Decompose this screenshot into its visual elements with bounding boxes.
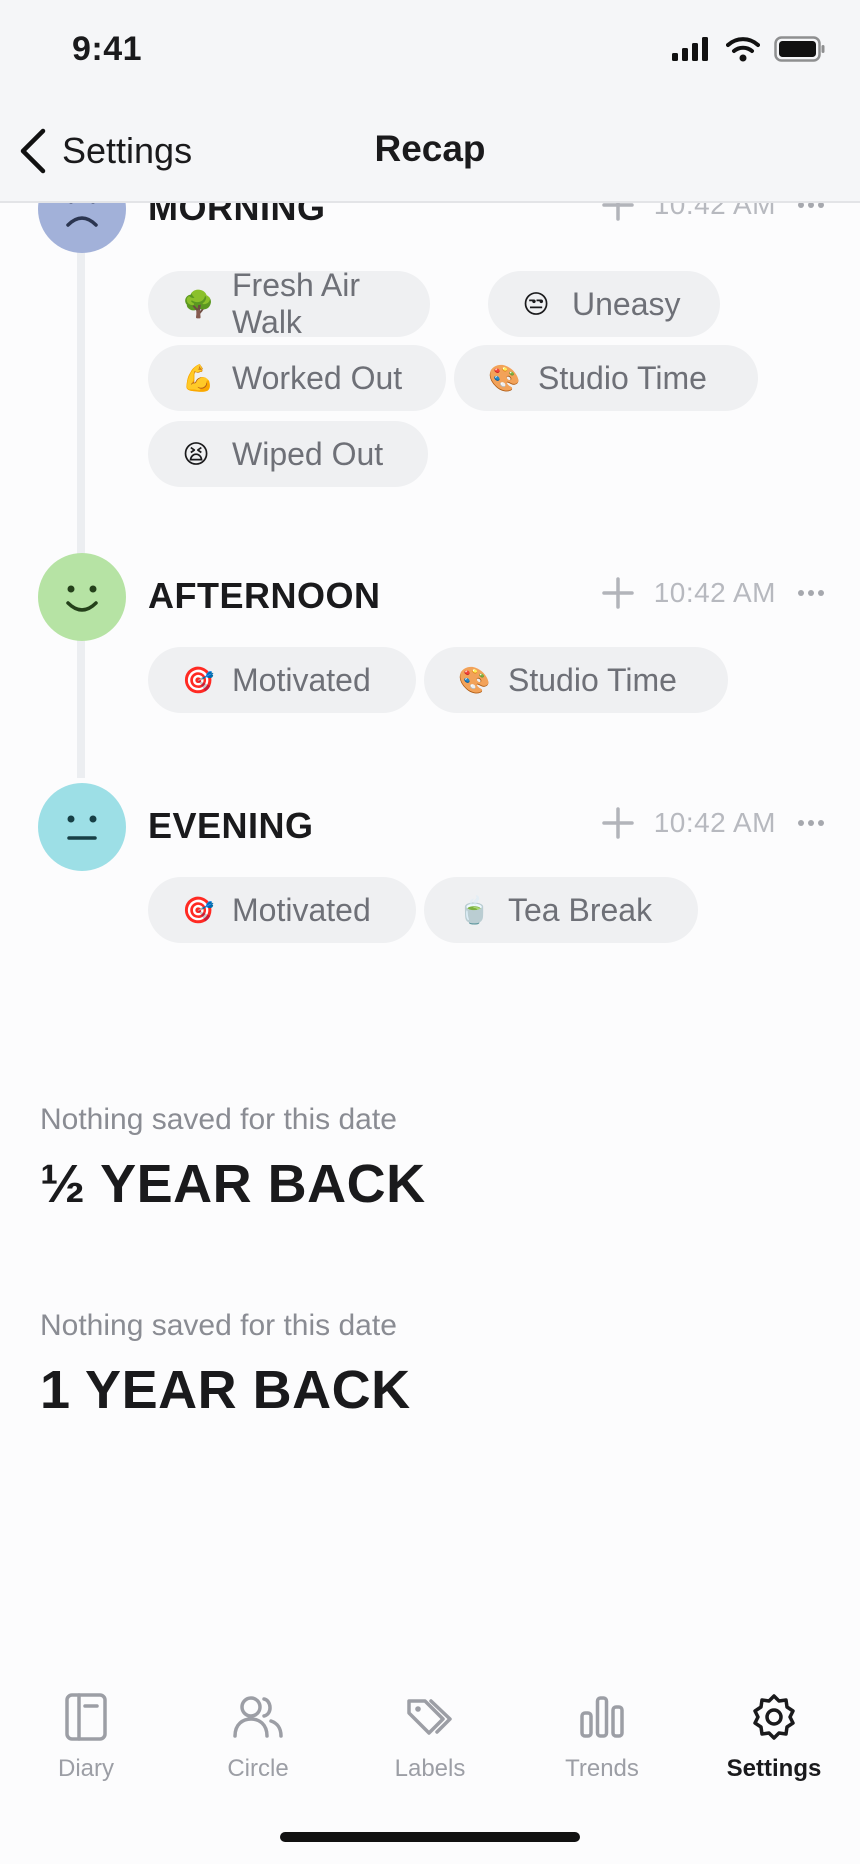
add-icon[interactable] [600,203,636,223]
tab-label: Circle [227,1755,289,1782]
battery-icon [774,36,825,62]
top-bar: 9:41 Settings Recap [0,0,860,203]
neutral-face-icon [38,783,126,871]
recap-subtitle: Nothing saved for this date [40,1103,397,1136]
back-button[interactable]: Settings [18,128,192,174]
add-icon[interactable] [600,805,636,841]
entry-title: AFTERNOON [148,575,381,616]
entry-time: 10:42 AM [653,807,776,838]
chip-tea-break[interactable]: 🍵 Tea Break [424,877,698,943]
recap-heading: 1 YEAR BACK [40,1360,411,1420]
muscle-icon: 💪 [182,362,215,393]
target-icon: 🎯 [182,664,215,695]
entry-actions: 10:42 AM [600,575,824,611]
tired-face-icon: 😫 [182,438,210,469]
chip-fresh-air-walk[interactable]: 🌳 Fresh Air Walk [148,267,430,340]
recap-one-year: Nothing saved for this date 1 YEAR BACK [40,1309,411,1421]
wifi-icon [726,37,760,62]
entry-time: 10:42 AM [653,203,776,220]
gear-icon [753,1694,795,1740]
chip-label: Studio Time [538,359,707,396]
palette-icon: 🎨 [458,664,491,695]
smile-face-icon [38,553,126,641]
chip-label: Studio Time [508,661,677,698]
tree-icon: 🌳 [182,288,215,319]
chip-label: Motivated [232,661,371,698]
chip-label: Motivated [232,891,371,928]
tab-diary[interactable]: Diary [0,1689,172,1783]
add-icon[interactable] [600,575,636,611]
entry-actions: 10:42 AM [600,805,824,841]
chip-label: Wiped Out [232,435,384,472]
tab-labels[interactable]: Labels [344,1689,516,1783]
tea-icon: 🍵 [458,894,491,925]
chip-worked-out[interactable]: 💪 Worked Out [148,345,446,411]
more-icon[interactable] [798,203,824,208]
tab-label: Labels [394,1755,466,1782]
chip-uneasy[interactable]: 😒 Uneasy [488,271,720,337]
tab-trends[interactable]: Trends [516,1689,688,1783]
recap-half-year: Nothing saved for this date ½ YEAR BACK [40,1103,426,1215]
chip-studio-time[interactable]: 🎨 Studio Time [424,647,728,713]
tab-label: Settings [726,1755,822,1782]
status-icons [672,36,826,62]
home-indicator [280,1832,580,1842]
chip-motivated[interactable]: 🎯 Motivated [148,877,416,943]
entry-title: EVENING [148,805,314,846]
unamused-face-icon: 😒 [522,288,550,319]
entry-actions: 10:42 AM [600,203,824,223]
cellular-signal-icon [672,37,708,61]
chip-wiped-out[interactable]: 😫 Wiped Out [148,421,428,487]
entry-title: MORNING [148,203,326,228]
timeline-line [77,203,85,778]
bar-chart-icon [580,1696,624,1738]
chip-studio-time[interactable]: 🎨 Studio Time [454,345,758,411]
chevron-left-icon [20,128,46,174]
people-icon [233,1696,283,1738]
chip-label: Uneasy [572,285,681,322]
recap-subtitle: Nothing saved for this date [40,1309,397,1342]
tab-circle[interactable]: Circle [172,1689,344,1783]
chip-label: Fresh Air Walk [232,267,361,340]
tags-icon [407,1699,452,1735]
sad-face-icon [38,203,126,253]
back-label: Settings [62,130,193,171]
more-icon[interactable] [798,590,824,596]
palette-icon: 🎨 [488,362,521,393]
status-time: 9:41 [72,30,143,68]
chip-label: Worked Out [232,359,403,396]
tab-settings[interactable]: Settings [688,1689,860,1783]
entry-time: 10:42 AM [653,577,776,608]
recap-heading: ½ YEAR BACK [40,1154,426,1214]
chip-label: Tea Break [508,891,653,928]
more-icon[interactable] [798,820,824,826]
journal-icon [65,1693,107,1741]
target-icon: 🎯 [182,894,215,925]
tab-label: Diary [57,1755,114,1782]
recap-content[interactable]: MORNING 10:42 AM 🌳 Fresh Air Walk 😒 Unea… [0,203,860,1663]
tab-label: Trends [565,1755,639,1782]
chip-motivated[interactable]: 🎯 Motivated [148,647,416,713]
